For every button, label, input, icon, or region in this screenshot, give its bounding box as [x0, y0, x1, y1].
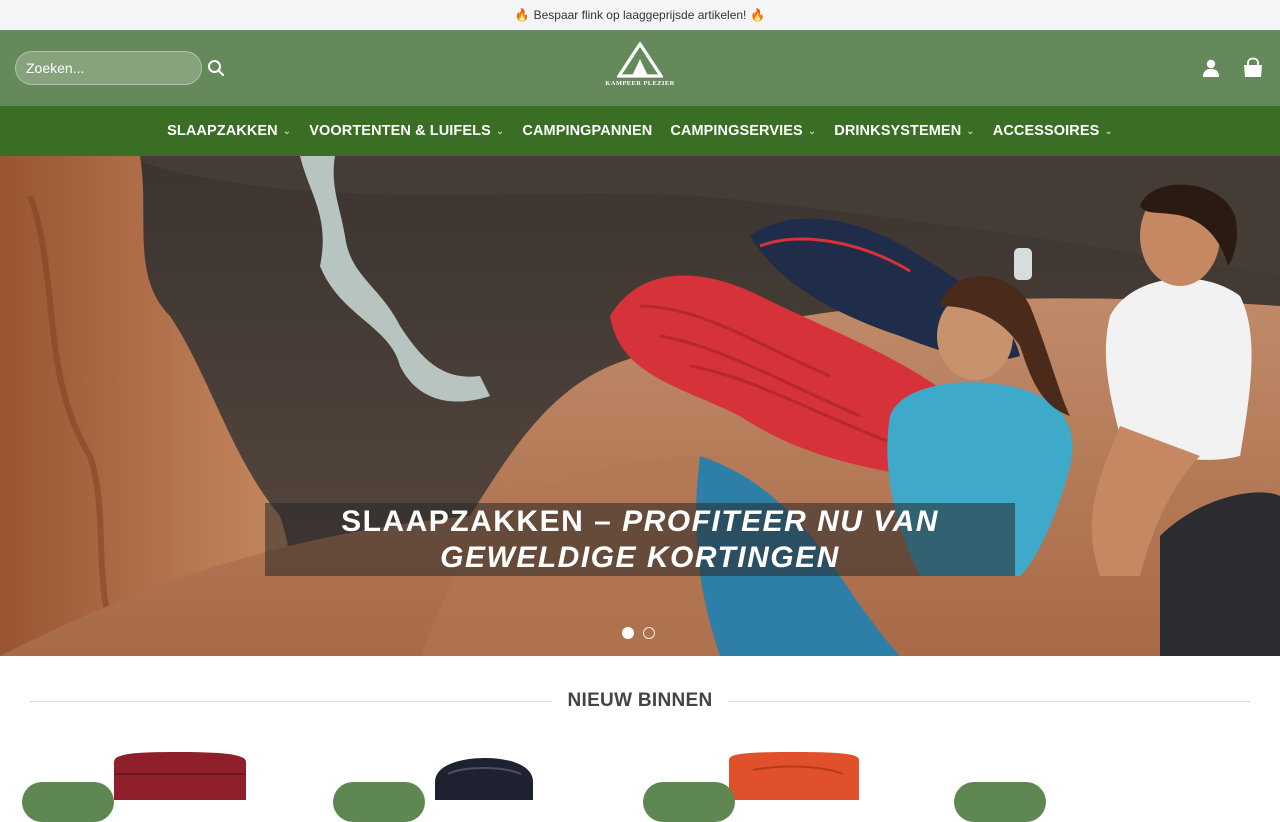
hero-caption-italic: GEWELDIGE KORTINGEN [440, 540, 840, 574]
hero-caption: SLAAPZAKKEN – PROFITEER NU VAN GEWELDIGE… [265, 503, 1015, 576]
product-grid [0, 752, 1280, 822]
site-logo[interactable]: KAMPEER PLEZIER [603, 42, 677, 94]
chevron-down-icon: ⌄ [495, 125, 505, 137]
nav-item-slaapzakken[interactable]: SLAAPZAKKEN ⌄ [167, 123, 291, 139]
fire-icon: 🔥 [750, 8, 766, 22]
announcement-bar: 🔥 Bespaar flink op laaggeprijsde artikel… [0, 0, 1280, 30]
nav-item-voortenten-luifels[interactable]: VOORTENTEN & LUIFELS ⌄ [309, 123, 504, 139]
nav-label: VOORTENTEN & LUIFELS [309, 123, 491, 139]
section-title: NIEUW BINNEN [567, 690, 713, 711]
slider-dot-2[interactable] [643, 627, 655, 639]
product-card[interactable] [333, 752, 633, 822]
search-input[interactable] [26, 60, 207, 76]
section-header: NIEUW BINNEN [30, 690, 1251, 712]
chevron-down-icon: ⌄ [282, 125, 292, 137]
fire-icon: 🔥 [514, 8, 530, 22]
tent-logo-icon [617, 42, 663, 78]
hero-caption-italic: PROFITEER NU VAN [622, 504, 939, 538]
shopping-bag-icon[interactable] [1241, 56, 1265, 80]
product-card[interactable] [954, 752, 1254, 822]
search-box [15, 51, 225, 85]
search-icon[interactable] [207, 57, 225, 79]
nav-label: DRINKSYSTEMEN [834, 123, 962, 139]
sale-badge [333, 782, 425, 822]
slider-dot-1[interactable] [622, 627, 634, 639]
chevron-down-icon: ⌄ [1104, 125, 1113, 137]
account-icon[interactable] [1199, 56, 1223, 80]
product-card[interactable] [22, 752, 322, 822]
nav-item-campingservies[interactable]: CAMPINGSERVIES ⌄ [670, 123, 816, 139]
header-actions [1199, 56, 1265, 80]
nav-label: CAMPINGSERVIES [670, 123, 803, 139]
hero-caption-text: SLAAPZAKKEN – [341, 504, 623, 538]
nav-item-drinksystemen[interactable]: DRINKSYSTEMEN ⌄ [834, 123, 974, 139]
product-card[interactable] [643, 752, 943, 822]
divider [30, 700, 552, 702]
nav-label: ACCESSOIRES [992, 123, 1100, 139]
main-nav: SLAAPZAKKEN ⌄ VOORTENTEN & LUIFELS ⌄ CAMPI… [0, 106, 1280, 156]
nav-item-accessoires[interactable]: ACCESSOIRES ⌄ [993, 123, 1113, 139]
chevron-down-icon: ⌄ [807, 125, 817, 137]
site-header: KAMPEER PLEZIER [0, 30, 1280, 106]
slider-dots [622, 627, 655, 639]
sale-badge [643, 782, 735, 822]
hero-caption-line2: GEWELDIGE KORTINGEN [440, 540, 840, 576]
nav-label: SLAAPZAKKEN [167, 123, 278, 139]
nav-label: CAMPINGPANNEN [522, 123, 653, 139]
announcement-text: Bespaar flink op laaggeprijsde artikelen… [533, 8, 747, 22]
hero-image [0, 156, 1280, 656]
logo-text: KAMPEER PLEZIER [605, 80, 675, 87]
sale-badge [954, 782, 1046, 822]
hero-caption-line1: SLAAPZAKKEN – PROFITEER NU VAN [341, 504, 939, 540]
nav-item-campingpannen[interactable]: CAMPINGPANNEN [522, 123, 652, 139]
chevron-down-icon: ⌄ [966, 125, 975, 137]
hero-slider[interactable]: SLAAPZAKKEN – PROFITEER NU VAN GEWELDIGE… [0, 156, 1280, 656]
sale-badge [22, 782, 114, 822]
divider [728, 700, 1251, 702]
